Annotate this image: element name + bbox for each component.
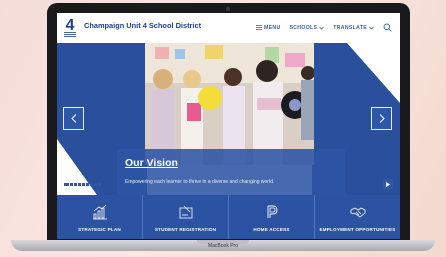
chevron-left-icon	[70, 114, 76, 123]
nav-menu-label: MENU	[264, 24, 281, 31]
search-icon[interactable]	[383, 23, 392, 32]
slide-dot[interactable]	[70, 183, 73, 186]
quick-link-label: EMPLOYMENT OPPORTUNITIES	[319, 227, 396, 232]
play-pause-button[interactable]	[383, 179, 393, 189]
parent-portal-icon	[267, 205, 277, 218]
nav-schools[interactable]: SCHOOLS	[290, 25, 325, 31]
screen: 4 Champaign Unit 4 School District MENU …	[57, 13, 400, 239]
chevron-down-icon	[319, 26, 325, 30]
quick-links-bar: STRATEGIC PLAN STUDENT REGISTRATION HOME…	[57, 195, 400, 239]
play-icon	[386, 181, 390, 187]
prev-slide-button[interactable]	[63, 107, 84, 130]
site-title[interactable]: Champaign Unit 4 School District	[84, 21, 201, 30]
chevron-right-icon	[379, 114, 385, 123]
quick-link-label: STUDENT REGISTRATION	[154, 227, 217, 232]
hero-photo	[145, 43, 314, 165]
quick-link-strategic-plan[interactable]: STRATEGIC PLAN	[57, 195, 143, 239]
handshake-icon	[350, 207, 365, 218]
laptop-frame: 4 Champaign Unit 4 School District MENU …	[47, 3, 410, 243]
main-nav: MENU SCHOOLS TRANSLATE	[256, 23, 392, 32]
slide-dot[interactable]	[98, 183, 101, 186]
form-icon	[179, 205, 192, 219]
nav-schools-label: SCHOOLS	[289, 24, 318, 31]
hero-caption: Our Vision Empowering each learner to th…	[117, 149, 345, 195]
chevron-down-icon	[369, 26, 374, 30]
hero-slider: Our Vision Empowering each learner to th…	[57, 43, 400, 195]
nav-menu[interactable]: MENU	[256, 25, 280, 31]
slide-dot[interactable]	[86, 183, 89, 186]
district-logo[interactable]: 4	[63, 16, 77, 39]
laptop-base: MacBook Pro	[11, 240, 435, 251]
slide-dots	[64, 183, 101, 186]
quick-link-home-access[interactable]: HOME ACCESS	[229, 195, 315, 239]
device-label: MacBook Pro	[207, 243, 238, 249]
camera	[226, 7, 230, 11]
slide-dot[interactable]	[78, 183, 81, 186]
quick-link-label: STRATEGIC PLAN	[78, 227, 121, 232]
hero-title[interactable]: Our Vision	[125, 157, 178, 169]
site-header: 4 Champaign Unit 4 School District MENU …	[57, 13, 400, 43]
quick-link-student-registration[interactable]: STUDENT REGISTRATION	[143, 195, 229, 239]
nav-translate[interactable]: TRANSLATE	[333, 25, 374, 31]
slide-dot[interactable]	[90, 183, 93, 186]
hamburger-icon	[256, 25, 263, 30]
quick-link-employment[interactable]: EMPLOYMENT OPPORTUNITIES	[315, 195, 400, 239]
logo-text: 4	[66, 17, 75, 34]
quick-link-label: HOME ACCESS	[253, 227, 290, 232]
hero-text: Empowering each learner to thrive in a d…	[125, 179, 275, 185]
slide-dot[interactable]	[74, 183, 77, 186]
slide-dot[interactable]	[94, 183, 97, 186]
slide-dot[interactable]	[64, 183, 69, 186]
next-slide-button[interactable]	[371, 107, 392, 130]
nav-translate-label: TRANSLATE	[333, 24, 367, 31]
bar-chart-icon	[92, 204, 107, 220]
slide-dot[interactable]	[82, 183, 85, 186]
